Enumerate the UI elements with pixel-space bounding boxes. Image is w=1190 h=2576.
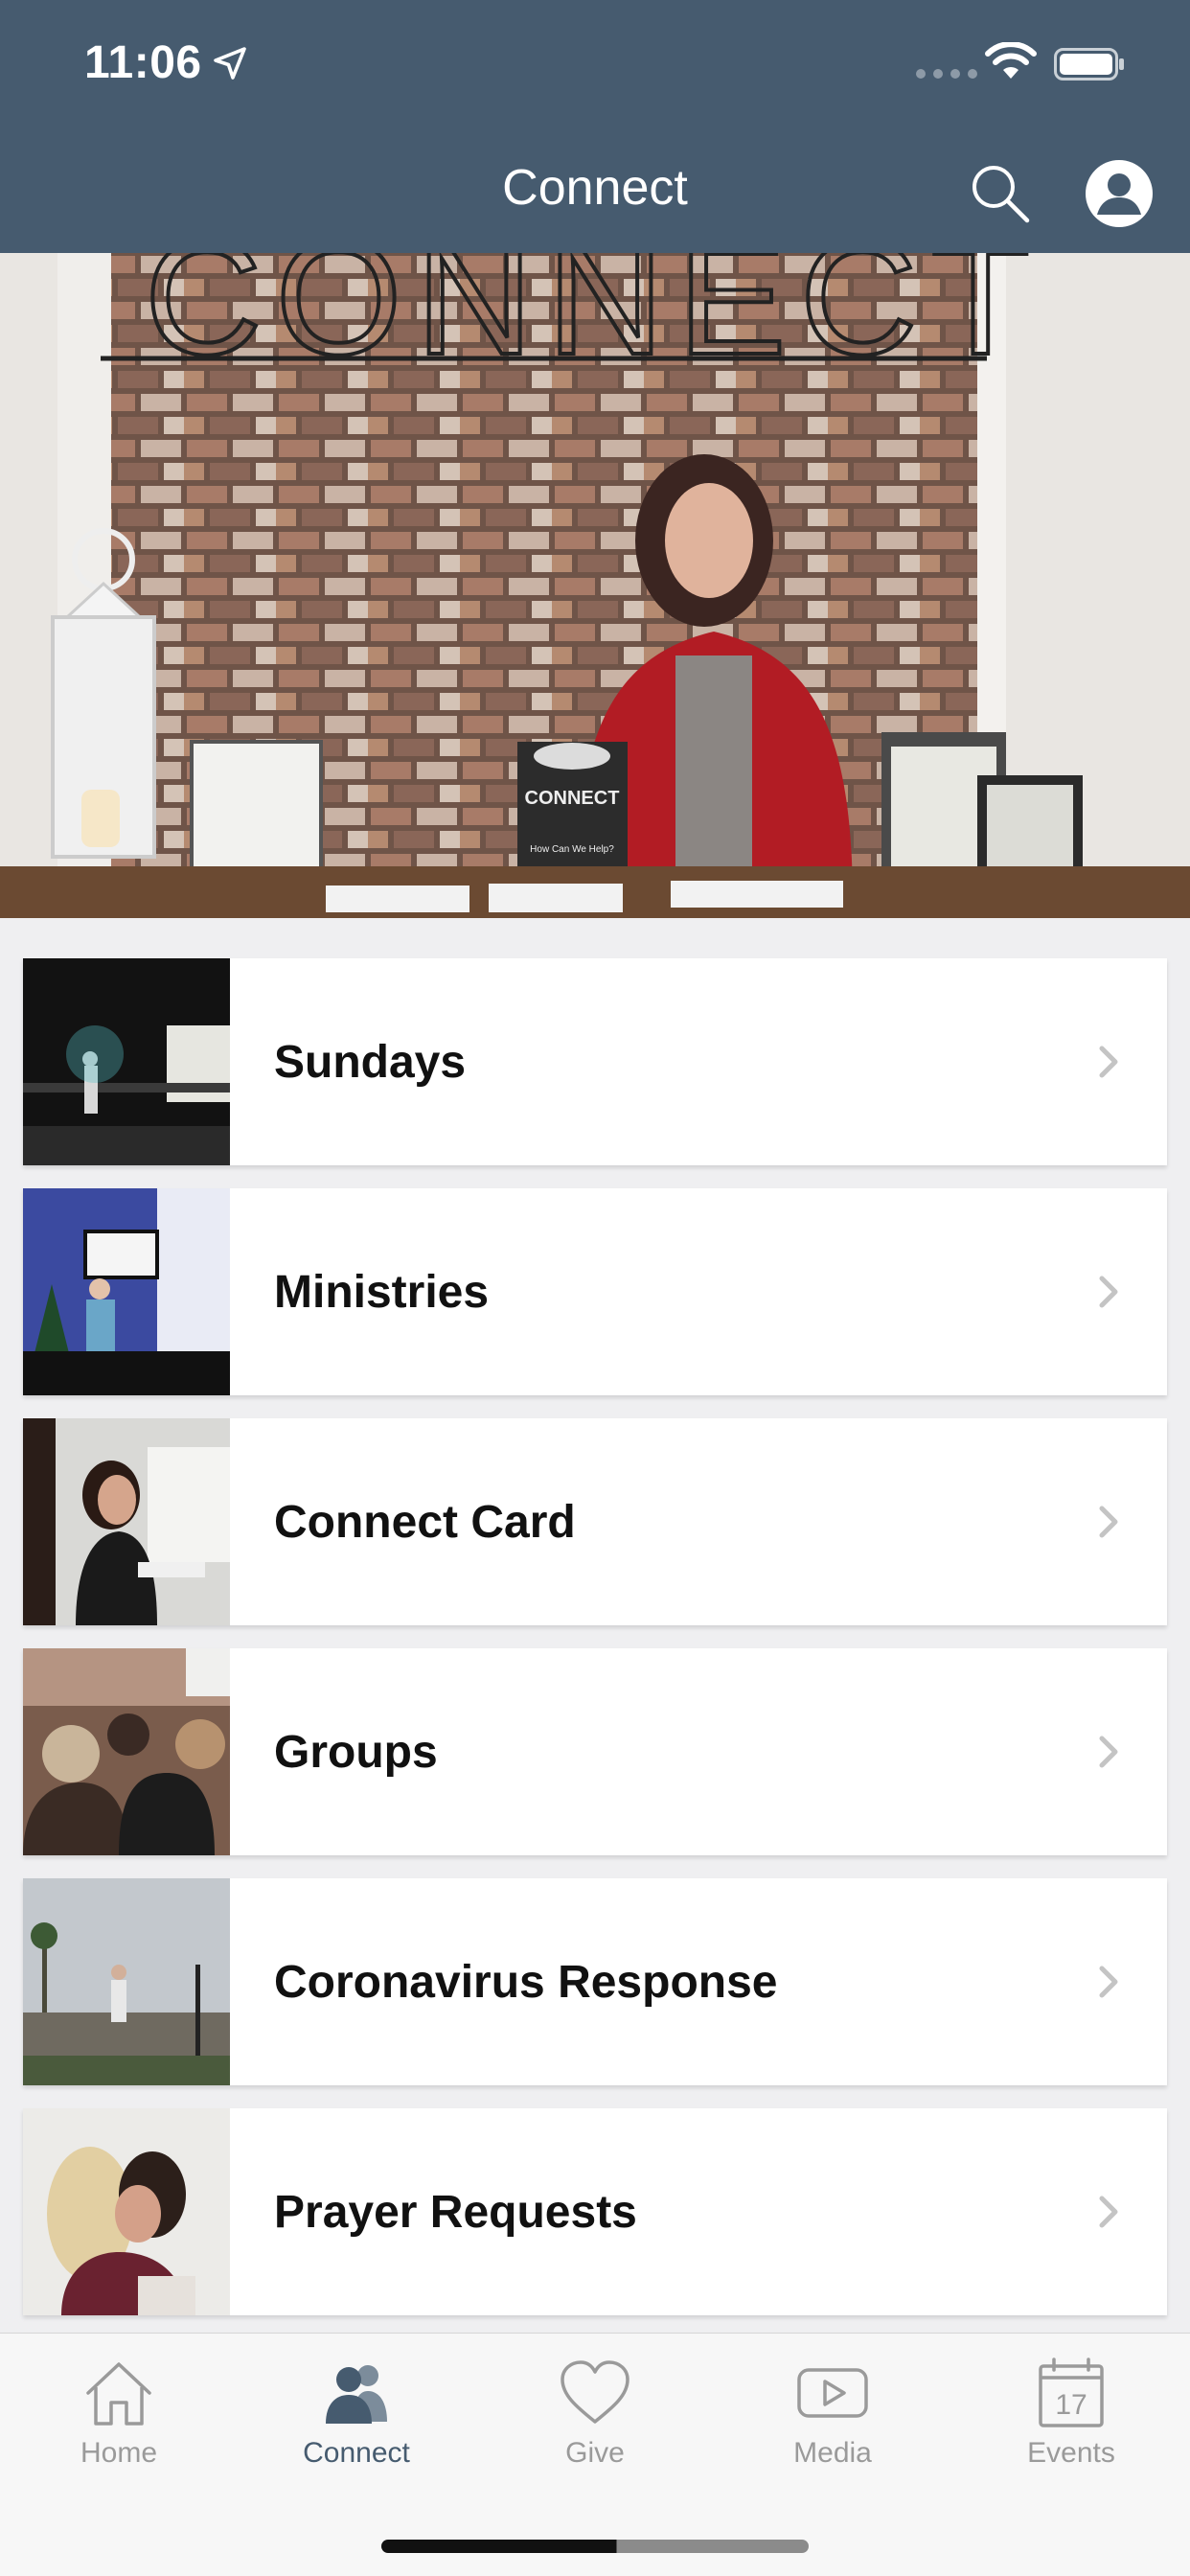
cellular-signal-icon <box>916 69 977 79</box>
chevron-right-icon <box>1099 2196 1118 2228</box>
tab-home[interactable]: Home <box>0 2355 238 2470</box>
tab-label: Home <box>80 2437 158 2469</box>
connect-card-thumbnail <box>23 1418 230 1625</box>
chevron-right-icon <box>1099 1506 1118 1538</box>
menu-item-label: Sundays <box>274 1036 467 1088</box>
search-icon[interactable] <box>968 161 1031 224</box>
battery-icon <box>1054 48 1124 80</box>
tab-label: Give <box>565 2437 625 2469</box>
chevron-right-icon <box>1099 1276 1118 1308</box>
menu-item-label: Coronavirus Response <box>274 1956 778 2008</box>
booklet-subtitle: How Can We Help? <box>530 844 614 855</box>
menu-item-label: Ministries <box>274 1266 490 1318</box>
location-arrow-icon <box>214 47 246 80</box>
calendar-day: 17 <box>1055 2389 1087 2421</box>
sundays-thumbnail <box>23 958 230 1165</box>
prayer-requests-thumbnail <box>23 2108 230 2315</box>
tab-media[interactable]: Media <box>714 2355 951 2470</box>
calendar-icon: 17 <box>1039 2358 1104 2427</box>
menu-item-ministries[interactable]: Ministries <box>23 1188 1167 1395</box>
heart-icon <box>561 2360 629 2424</box>
hero-image: CONNECT CONNECT How Can We Help? <box>0 253 1190 918</box>
menu-item-label: Prayer Requests <box>274 2186 637 2238</box>
booklet-title: CONNECT <box>525 788 620 809</box>
tab-label: Connect <box>303 2437 410 2469</box>
play-icon <box>797 2368 868 2418</box>
status-time: 11:06 <box>84 37 202 88</box>
connect-sign: CONNECT <box>145 253 1044 389</box>
ministries-thumbnail <box>23 1188 230 1395</box>
home-icon <box>86 2362 151 2426</box>
tab-give[interactable]: Give <box>476 2355 714 2470</box>
tab-label: Media <box>793 2437 872 2469</box>
home-indicator[interactable] <box>381 2540 809 2553</box>
menu-item-coronavirus-response[interactable]: Coronavirus Response <box>23 1878 1167 2085</box>
profile-icon[interactable] <box>1085 159 1154 228</box>
tab-connect[interactable]: Connect <box>238 2355 475 2470</box>
coronavirus-response-thumbnail <box>23 1878 230 2085</box>
connect-menu-list: Sundays Ministries Connect Card Groups C… <box>23 958 1167 2338</box>
menu-item-sundays[interactable]: Sundays <box>23 958 1167 1165</box>
tab-label: Events <box>1027 2437 1115 2469</box>
people-icon <box>326 2365 387 2424</box>
chevron-right-icon <box>1099 1046 1118 1078</box>
hero-photo: CONNECT CONNECT How Can We Help? <box>0 253 1190 918</box>
chevron-right-icon <box>1099 1736 1118 1768</box>
groups-thumbnail <box>23 1648 230 1855</box>
wifi-icon <box>985 42 1037 79</box>
menu-item-groups[interactable]: Groups <box>23 1648 1167 1855</box>
menu-item-label: Connect Card <box>274 1496 576 1548</box>
navigation-header: 11:06 Connect <box>0 0 1190 253</box>
chevron-right-icon <box>1099 1966 1118 1998</box>
menu-item-connect-card[interactable]: Connect Card <box>23 1418 1167 1625</box>
menu-item-label: Groups <box>274 1726 438 1778</box>
menu-item-prayer-requests[interactable]: Prayer Requests <box>23 2108 1167 2315</box>
tab-events[interactable]: 17 Events <box>952 2355 1190 2470</box>
